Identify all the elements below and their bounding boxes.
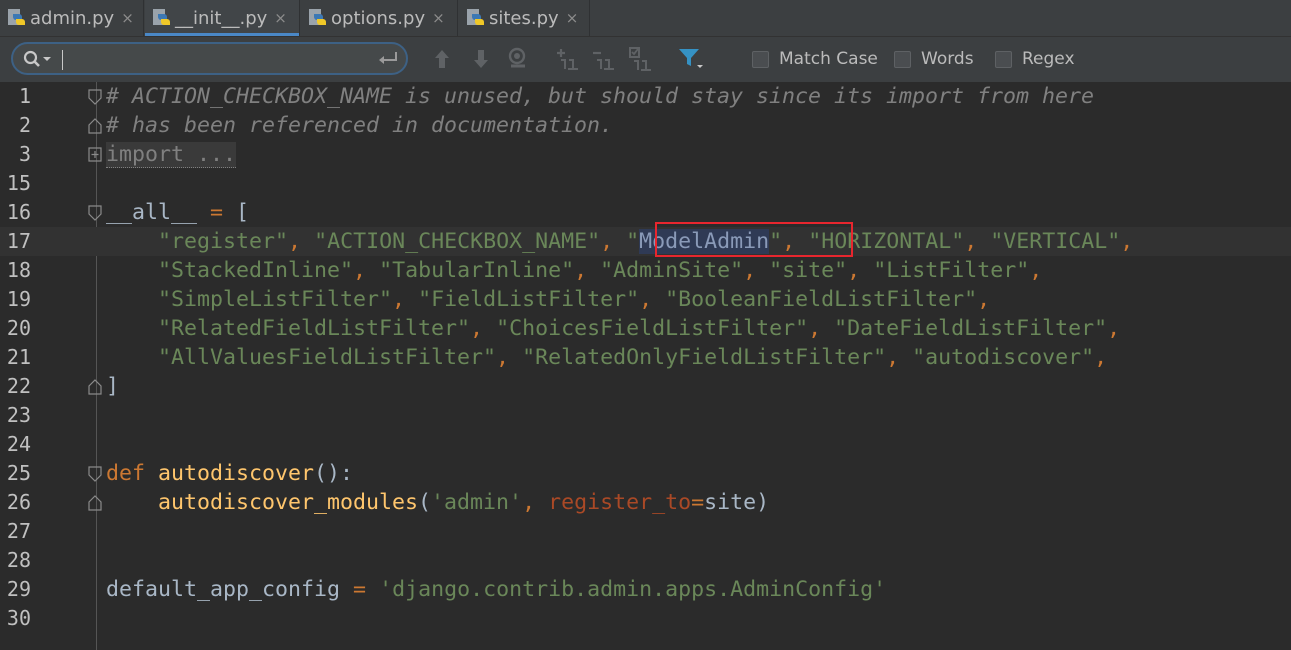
code-line[interactable]: 28 bbox=[0, 546, 1291, 575]
line-number: 20 bbox=[6, 316, 31, 340]
code-editor[interactable]: 1 # ACTION_CHECKBOX_NAME is unused, but s… bbox=[0, 82, 1291, 650]
code-text: "RelatedFieldListFilter", "ChoicesFieldL… bbox=[158, 316, 1121, 341]
code-text: def autodiscover(): bbox=[106, 461, 354, 486]
code-line[interactable]: 24 bbox=[0, 430, 1291, 459]
line-number: 30 bbox=[6, 606, 31, 630]
editor-tab-bar: admin.py × __init__.py × options.py × si… bbox=[0, 0, 1291, 37]
line-number: 21 bbox=[6, 345, 31, 369]
arrow-up-icon[interactable] bbox=[432, 48, 452, 70]
code-text: "register", "ACTION_CHECKBOX_NAME", "Mod… bbox=[158, 229, 1134, 254]
regex-label: Regex bbox=[1022, 49, 1075, 69]
code-line[interactable]: 16 __all__ = [ bbox=[0, 198, 1291, 227]
tab-label: sites.py bbox=[489, 7, 559, 29]
line-number: 27 bbox=[6, 519, 31, 543]
code-line[interactable]: 1 # ACTION_CHECKBOX_NAME is unused, but s… bbox=[0, 82, 1291, 111]
code-line[interactable]: 23 bbox=[0, 401, 1291, 430]
line-number: 22 bbox=[6, 374, 31, 398]
fold-icon[interactable] bbox=[88, 205, 102, 221]
match-case-label: Match Case bbox=[779, 49, 878, 69]
code-line[interactable]: 19 "SimpleListFilter", "FieldListFilter"… bbox=[0, 285, 1291, 314]
line-number: 17 bbox=[6, 229, 31, 253]
fold-icon[interactable] bbox=[88, 89, 102, 105]
words-checkbox[interactable] bbox=[894, 50, 911, 68]
search-icon[interactable] bbox=[23, 50, 53, 68]
code-text: __all__ = [ bbox=[106, 200, 250, 225]
code-line[interactable]: 15 bbox=[0, 169, 1291, 198]
line-number: 28 bbox=[6, 548, 31, 572]
line-number: 1 bbox=[18, 84, 31, 108]
tab-init-py[interactable]: __init__.py × bbox=[145, 0, 300, 36]
code-line[interactable]: 20 "RelatedFieldListFilter", "ChoicesFie… bbox=[0, 314, 1291, 343]
code-text: # ACTION_CHECKBOX_NAME is unused, but sh… bbox=[106, 84, 1095, 109]
python-file-icon bbox=[309, 9, 326, 25]
highlight-annotation-box bbox=[655, 222, 853, 257]
words-option[interactable]: Words bbox=[894, 47, 974, 71]
line-number: 2 bbox=[18, 113, 31, 137]
close-icon[interactable]: × bbox=[121, 9, 134, 27]
tab-admin-py[interactable]: admin.py × bbox=[0, 0, 144, 36]
find-toolbar: Match Case Words Regex bbox=[0, 37, 1291, 83]
code-text: ] bbox=[106, 374, 120, 399]
code-text: "AllValuesFieldListFilter", "RelatedOnly… bbox=[158, 345, 1108, 370]
code-line[interactable]: 22] bbox=[0, 372, 1291, 401]
search-input[interactable] bbox=[63, 47, 368, 71]
code-text: autodiscover_modules('admin', register_t… bbox=[158, 490, 770, 515]
code-line[interactable]: 30 bbox=[0, 604, 1291, 633]
code-line[interactable]: 3 import ... bbox=[0, 140, 1291, 169]
fold-icon[interactable] bbox=[88, 118, 102, 134]
fold-icon[interactable] bbox=[88, 147, 102, 163]
close-icon[interactable]: × bbox=[274, 9, 287, 27]
code-text: default_app_config = 'django.contrib.adm… bbox=[106, 577, 887, 602]
filter-icon[interactable] bbox=[678, 48, 704, 70]
line-number: 23 bbox=[6, 403, 31, 427]
regex-checkbox[interactable] bbox=[995, 50, 1012, 68]
fold-icon[interactable] bbox=[88, 495, 102, 511]
line-number: 19 bbox=[6, 287, 31, 311]
code-line[interactable]: 2 # has been referenced in documentation. bbox=[0, 111, 1291, 140]
line-number: 29 bbox=[6, 577, 31, 601]
code-text: # has been referenced in documentation. bbox=[106, 113, 614, 138]
line-number: 26 bbox=[6, 490, 31, 514]
code-text: "SimpleListFilter", "FieldListFilter", "… bbox=[158, 287, 991, 312]
line-number: 15 bbox=[6, 171, 31, 195]
line-number: 24 bbox=[6, 432, 31, 456]
arrow-down-icon[interactable] bbox=[471, 48, 491, 70]
tab-label: options.py bbox=[331, 7, 426, 29]
remove-occurrence-icon[interactable] bbox=[591, 47, 617, 71]
tab-sites-py[interactable]: sites.py × bbox=[459, 0, 590, 36]
python-file-icon bbox=[467, 9, 484, 25]
line-number: 25 bbox=[6, 461, 31, 485]
select-all-occurrences-icon[interactable] bbox=[628, 46, 654, 72]
code-text: "StackedInline", "TabularInline", "Admin… bbox=[158, 258, 1043, 283]
tab-label: admin.py bbox=[30, 7, 115, 29]
tab-options-py[interactable]: options.py × bbox=[301, 0, 458, 36]
python-file-icon bbox=[153, 9, 170, 25]
python-file-icon bbox=[8, 9, 25, 25]
match-case-option[interactable]: Match Case bbox=[752, 47, 878, 71]
line-number: 18 bbox=[6, 258, 31, 282]
find-usages-icon[interactable] bbox=[507, 47, 531, 71]
code-line[interactable]: 25 def autodiscover(): bbox=[0, 459, 1291, 488]
regex-option[interactable]: Regex bbox=[995, 47, 1075, 71]
enter-icon[interactable] bbox=[377, 51, 399, 67]
words-label: Words bbox=[921, 49, 974, 69]
fold-icon[interactable] bbox=[88, 466, 102, 482]
close-icon[interactable]: × bbox=[432, 9, 445, 27]
code-line[interactable]: 18 "StackedInline", "TabularInline", "Ad… bbox=[0, 256, 1291, 285]
fold-icon[interactable] bbox=[88, 379, 102, 395]
line-number: 16 bbox=[6, 200, 31, 224]
tab-label: __init__.py bbox=[175, 7, 268, 29]
code-line[interactable]: 26 autodiscover_modules('admin', registe… bbox=[0, 488, 1291, 517]
add-occurrence-icon[interactable] bbox=[555, 47, 581, 71]
code-line[interactable]: 27 bbox=[0, 517, 1291, 546]
code-line[interactable]: 29 default_app_config = 'django.contrib.a… bbox=[0, 575, 1291, 604]
code-line[interactable]: 21 "AllValuesFieldListFilter", "RelatedO… bbox=[0, 343, 1291, 372]
code-text: import ... bbox=[106, 142, 237, 168]
search-field[interactable] bbox=[11, 42, 408, 75]
close-icon[interactable]: × bbox=[566, 9, 579, 27]
match-case-checkbox[interactable] bbox=[752, 50, 769, 68]
line-number: 3 bbox=[18, 142, 31, 166]
code-line[interactable]: 17 "register", "ACTION_CHECKBOX_NAME", "… bbox=[0, 227, 1291, 256]
